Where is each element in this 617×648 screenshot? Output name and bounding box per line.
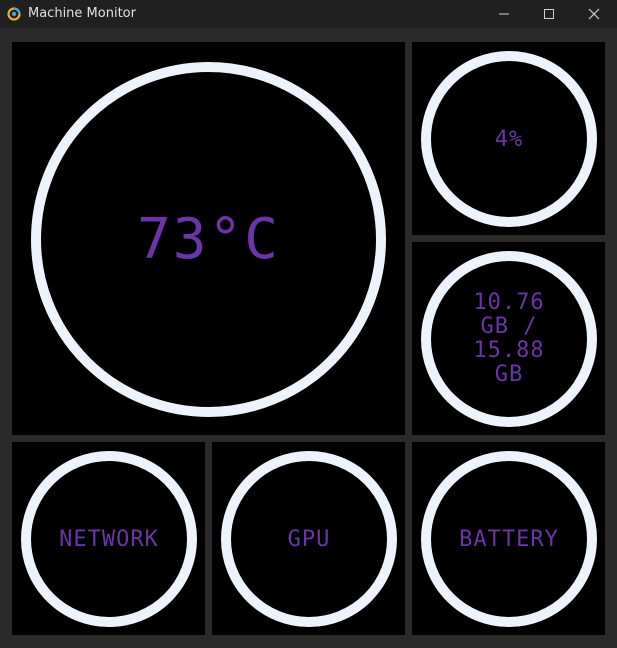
memory-usage-value: 10.76 GB / 15.88 GB: [473, 291, 544, 387]
temperature-tile: 73°C: [12, 42, 405, 435]
cpu-tile: 4%: [412, 42, 605, 235]
network-label: NETWORK: [59, 526, 159, 552]
title-bar[interactable]: Machine Monitor: [0, 0, 617, 28]
cpu-usage-value: 4%: [494, 126, 524, 152]
maximize-button[interactable]: [526, 0, 572, 28]
battery-tile: BATTERY: [412, 442, 605, 635]
memory-tile: 10.76 GB / 15.88 GB: [412, 242, 605, 435]
minimize-icon: [498, 8, 510, 20]
minimize-button[interactable]: [481, 0, 527, 28]
memory-used-value: 10.76: [473, 290, 545, 315]
app-logo-icon: [7, 6, 21, 21]
gpu-tile: GPU: [212, 442, 405, 635]
close-button[interactable]: [571, 0, 617, 28]
battery-label: BATTERY: [459, 526, 559, 552]
app-window: Machine Monitor 73°C 4% 10.76 GB / 15.88…: [0, 0, 617, 648]
network-gauge-ring: NETWORK: [21, 451, 197, 627]
cpu-gauge-ring: 4%: [421, 51, 597, 227]
maximize-icon: [543, 8, 555, 20]
temperature-gauge-ring: 73°C: [31, 62, 386, 417]
memory-total-value: 15.88: [473, 338, 545, 363]
memory-total-unit: GB: [494, 362, 524, 387]
temperature-value: 73°C: [137, 207, 280, 272]
memory-used-unit: GB /: [480, 314, 538, 339]
network-tile: NETWORK: [12, 442, 205, 635]
gpu-gauge-ring: GPU: [221, 451, 397, 627]
window-title: Machine Monitor: [28, 6, 136, 21]
memory-gauge-ring: 10.76 GB / 15.88 GB: [421, 251, 597, 427]
battery-gauge-ring: BATTERY: [421, 451, 597, 627]
close-icon: [588, 8, 600, 20]
gpu-label: GPU: [287, 526, 331, 552]
